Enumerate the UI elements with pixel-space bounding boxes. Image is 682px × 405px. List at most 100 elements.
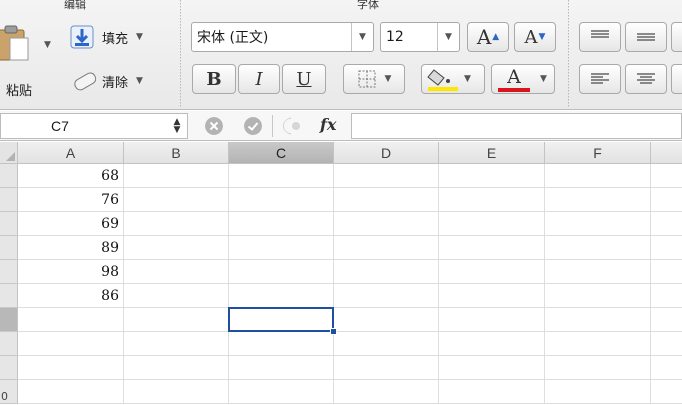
cell[interactable] — [229, 260, 334, 284]
cell[interactable] — [545, 332, 651, 356]
cell[interactable] — [229, 380, 334, 404]
fx-icon[interactable]: fx — [320, 115, 336, 134]
align-left-button[interactable] — [579, 64, 621, 94]
column-header[interactable] — [651, 142, 682, 164]
cell[interactable] — [545, 260, 651, 284]
cell-a-value[interactable]: 86 — [18, 284, 124, 308]
fill-handle[interactable] — [330, 328, 337, 335]
cell[interactable] — [124, 188, 229, 212]
column-header-f[interactable]: F — [545, 142, 651, 164]
column-header-e[interactable]: E — [439, 142, 545, 164]
cell[interactable] — [18, 356, 124, 380]
align-middle-button[interactable] — [625, 22, 667, 52]
cell[interactable] — [439, 164, 545, 188]
cell[interactable] — [334, 356, 439, 380]
cell[interactable] — [124, 332, 229, 356]
cell[interactable] — [229, 188, 334, 212]
select-all-corner[interactable] — [0, 142, 18, 164]
confirm-check-icon[interactable] — [244, 117, 262, 135]
cell[interactable] — [334, 284, 439, 308]
cell-a-value[interactable]: 69 — [18, 212, 124, 236]
cell[interactable] — [124, 356, 229, 380]
cell[interactable] — [439, 332, 545, 356]
cell-a-value[interactable]: 68 — [18, 164, 124, 188]
row-header[interactable] — [0, 236, 18, 260]
cell[interactable] — [545, 164, 651, 188]
cell[interactable] — [439, 212, 545, 236]
cell[interactable] — [545, 356, 651, 380]
cell[interactable] — [334, 332, 439, 356]
row-header[interactable] — [0, 212, 18, 236]
cell[interactable] — [229, 236, 334, 260]
cell-a-value[interactable]: 76 — [18, 188, 124, 212]
cell-a-value[interactable]: 89 — [18, 236, 124, 260]
column-header-d[interactable]: D — [334, 142, 439, 164]
active-cell-selection[interactable] — [228, 307, 334, 332]
cell[interactable] — [439, 188, 545, 212]
cell[interactable] — [545, 308, 651, 332]
row-header[interactable] — [0, 332, 18, 356]
cell[interactable] — [18, 380, 124, 404]
cell[interactable] — [439, 380, 545, 404]
row-header[interactable] — [0, 164, 18, 188]
cell[interactable] — [334, 212, 439, 236]
fill-button[interactable]: 填充 ▼ — [70, 24, 143, 50]
cell[interactable] — [439, 308, 545, 332]
row-header[interactable] — [0, 356, 18, 380]
cell[interactable] — [439, 260, 545, 284]
cell[interactable] — [651, 308, 682, 332]
increase-font-size-button[interactable]: A ▲ — [467, 22, 509, 52]
cell[interactable] — [229, 212, 334, 236]
cell[interactable] — [545, 284, 651, 308]
row-header[interactable] — [0, 308, 18, 332]
cell[interactable] — [545, 188, 651, 212]
cell[interactable] — [651, 356, 682, 380]
cell[interactable] — [334, 236, 439, 260]
cell[interactable] — [18, 308, 124, 332]
name-box-stepper-icon[interactable]: ▲ ▼ — [167, 118, 187, 135]
cell[interactable] — [124, 380, 229, 404]
formula-input[interactable] — [351, 113, 682, 139]
font-size-select[interactable]: 12 ▼ — [380, 22, 460, 52]
underline-button[interactable]: U — [282, 64, 326, 94]
name-box[interactable]: C7 ▲ ▼ — [0, 113, 188, 139]
cell[interactable] — [334, 164, 439, 188]
row-header[interactable] — [0, 284, 18, 308]
cell[interactable] — [545, 380, 651, 404]
cell[interactable] — [651, 164, 682, 188]
fill-color-button[interactable]: ▼ — [421, 64, 485, 94]
cell[interactable] — [18, 332, 124, 356]
cell[interactable] — [229, 356, 334, 380]
font-color-button[interactable]: A ▼ — [491, 64, 555, 94]
cell[interactable] — [334, 380, 439, 404]
borders-button[interactable]: ▼ — [343, 64, 405, 94]
cell[interactable] — [439, 284, 545, 308]
clear-button[interactable]: 清除 ▼ — [70, 68, 143, 94]
cell-a-value[interactable]: 98 — [18, 260, 124, 284]
cell[interactable] — [651, 260, 682, 284]
align-right-button[interactable] — [671, 64, 682, 94]
cancel-icon[interactable] — [205, 117, 223, 135]
cell[interactable] — [334, 260, 439, 284]
cell[interactable] — [229, 284, 334, 308]
row-header[interactable] — [0, 260, 18, 284]
cell[interactable] — [651, 380, 682, 404]
paste-dropdown-arrow[interactable]: ▼ — [44, 40, 51, 50]
column-header-b[interactable]: B — [124, 142, 229, 164]
row-header[interactable]: 0 — [0, 380, 18, 404]
cell[interactable] — [124, 212, 229, 236]
cell[interactable] — [229, 164, 334, 188]
decrease-font-size-button[interactable]: A ▼ — [514, 22, 556, 52]
font-name-select[interactable]: 宋体 (正文) ▼ — [191, 22, 374, 52]
cell[interactable] — [124, 236, 229, 260]
align-bottom-button[interactable] — [671, 22, 682, 52]
bold-button[interactable]: B — [192, 64, 236, 94]
cell[interactable] — [124, 260, 229, 284]
cell[interactable] — [124, 308, 229, 332]
cell[interactable] — [651, 212, 682, 236]
cell[interactable] — [545, 236, 651, 260]
cell[interactable] — [651, 332, 682, 356]
align-center-button[interactable] — [625, 64, 667, 94]
cell[interactable] — [229, 332, 334, 356]
align-top-button[interactable] — [579, 22, 621, 52]
